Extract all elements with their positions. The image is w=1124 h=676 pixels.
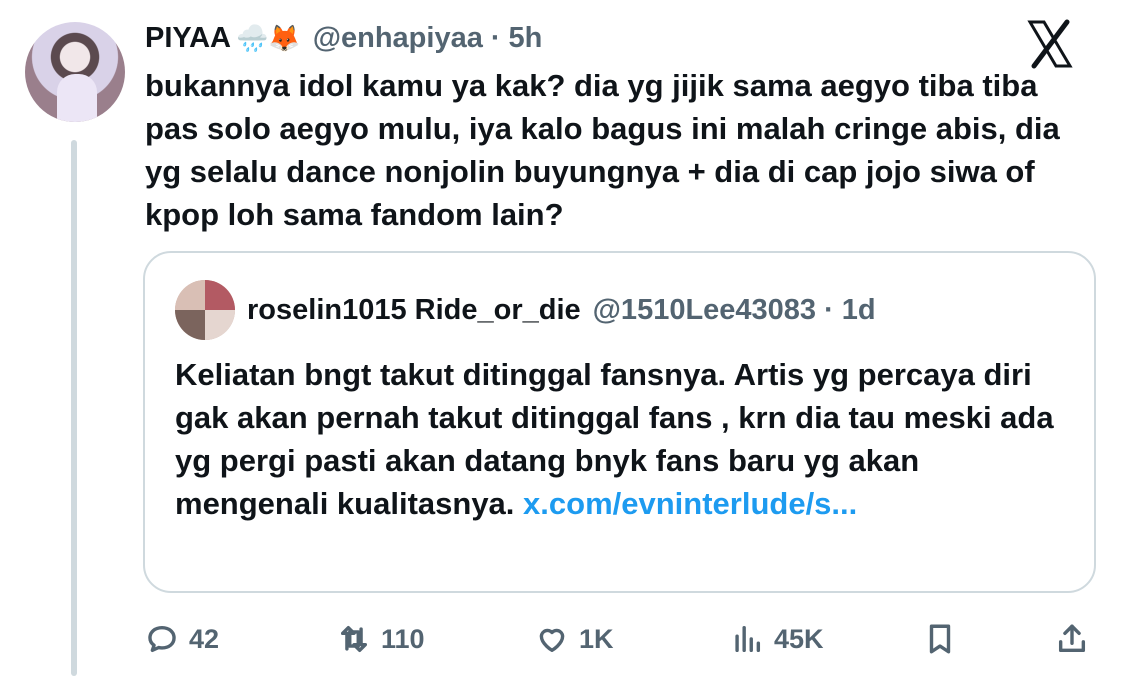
tweet-text: bukannya idol kamu ya kak? dia yg jijik … bbox=[145, 68, 1060, 232]
quoted-tweet-time[interactable]: 1d bbox=[842, 294, 876, 327]
x-logo-icon bbox=[1027, 19, 1073, 69]
author-avatar[interactable] bbox=[25, 22, 125, 122]
author-display-name[interactable]: PIYAA bbox=[145, 22, 231, 55]
repost-button[interactable]: 110 bbox=[337, 612, 425, 666]
quoted-tweet-header: roselin1015 Ride_or_die @1510Lee43083 · … bbox=[175, 280, 876, 340]
thread-line bbox=[71, 140, 77, 676]
quoted-author-handle[interactable]: @1510Lee43083 bbox=[593, 294, 816, 327]
views-button[interactable]: 45K bbox=[730, 612, 824, 666]
like-icon bbox=[539, 628, 565, 653]
quoted-tweet-text: Keliatan bngt takut ditinggal fansnya. A… bbox=[175, 353, 1075, 525]
quoted-tweet-link[interactable]: x.com/​evninterlude/s... bbox=[523, 486, 857, 521]
reply-button[interactable]: 42 bbox=[145, 612, 219, 666]
share-button[interactable] bbox=[1055, 612, 1089, 666]
quoted-author-avatar[interactable] bbox=[175, 280, 235, 340]
like-count: 1K bbox=[579, 623, 614, 654]
quoted-author-display-name[interactable]: roselin1015 Ride_or_die bbox=[247, 294, 581, 327]
quoted-tweet-card[interactable]: roselin1015 Ride_or_die @1510Lee43083 · … bbox=[143, 251, 1096, 593]
repost-count: 110 bbox=[381, 623, 425, 654]
bookmark-icon bbox=[929, 624, 951, 654]
views-icon bbox=[735, 625, 761, 653]
separator-dot: · bbox=[490, 21, 501, 54]
reply-count: 42 bbox=[189, 623, 220, 654]
repost-icon bbox=[340, 625, 368, 653]
reply-icon bbox=[148, 625, 176, 653]
views-count: 45K bbox=[774, 623, 824, 654]
name-emojis: 🌧️🦊 bbox=[235, 22, 301, 53]
like-button[interactable]: 1K bbox=[535, 612, 614, 666]
share-icon bbox=[1058, 624, 1086, 653]
tweet-header: PIYAA 🌧️🦊 @enhapiyaa · 5h bbox=[145, 18, 542, 58]
tweet-actions: 42 110 1K 45K bbox=[145, 612, 1095, 668]
quoted-separator-dot: · bbox=[824, 293, 834, 326]
author-handle[interactable]: @enhapiyaa bbox=[313, 22, 483, 55]
tweet-time[interactable]: 5h bbox=[509, 22, 543, 55]
bookmark-button[interactable] bbox=[923, 612, 957, 666]
